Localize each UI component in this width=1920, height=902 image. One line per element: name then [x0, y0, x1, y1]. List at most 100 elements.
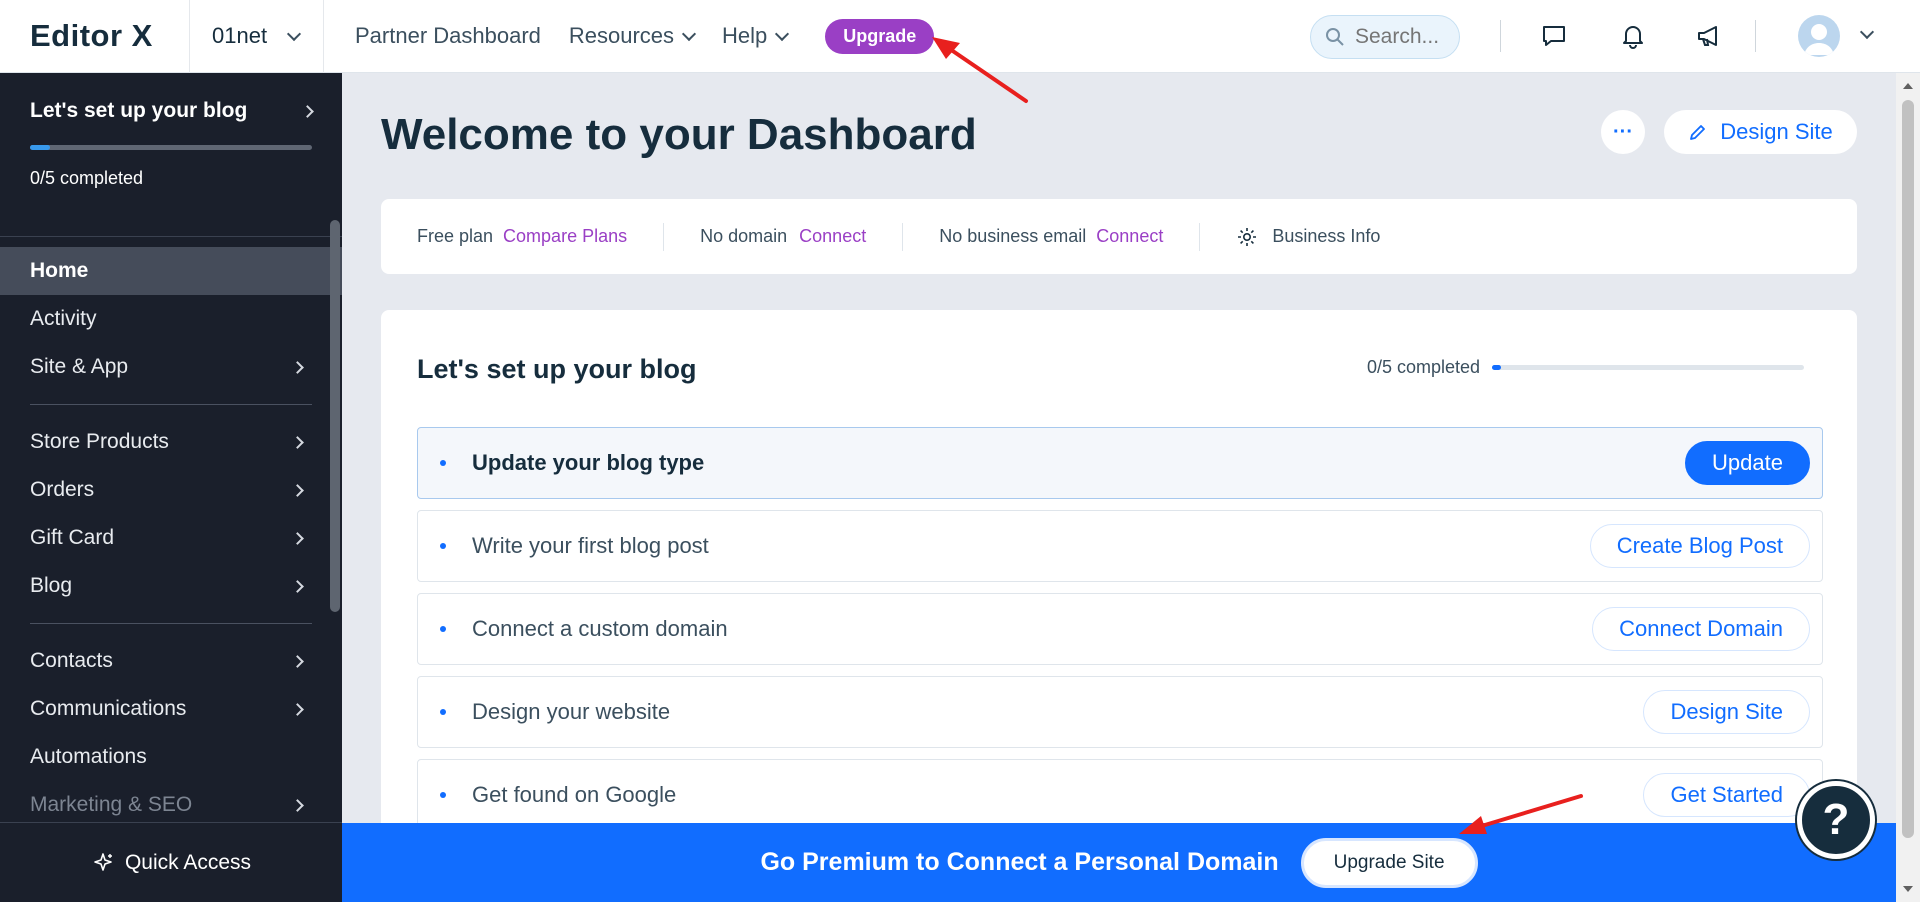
divider	[1500, 20, 1501, 52]
sidebar: Let's set up your blog 0/5 completed Hom…	[0, 73, 342, 902]
top-nav: Partner Dashboard Resources Help Upgrade	[355, 18, 935, 54]
update-button[interactable]: Update	[1685, 441, 1810, 485]
sidebar-item-activity[interactable]: Activity	[0, 295, 342, 343]
design-site-button[interactable]: Design Site	[1664, 110, 1857, 154]
sidebar-item-label: Marketing & SEO	[30, 793, 193, 816]
avatar[interactable]	[1798, 15, 1840, 57]
sidebar-item-label: Blog	[30, 574, 73, 597]
divider	[30, 404, 312, 405]
nav-partner-dashboard[interactable]: Partner Dashboard	[355, 23, 541, 49]
scroll-up-icon[interactable]	[1903, 83, 1913, 89]
sidebar-item-contacts[interactable]: Contacts	[0, 637, 342, 685]
chevron-right-icon	[291, 483, 304, 497]
task-label-group: Connect a custom domain	[440, 616, 728, 642]
sidebar-item-home[interactable]: Home	[0, 247, 342, 295]
sidebar-item-automations[interactable]: Automations	[0, 733, 342, 781]
business-info-label: Business Info	[1272, 226, 1381, 246]
chevron-down-icon	[681, 26, 697, 41]
more-actions-button[interactable]: ···	[1601, 110, 1645, 154]
chevron-right-icon	[291, 654, 304, 668]
banner-text: Go Premium to Connect a Personal Domain	[760, 848, 1279, 876]
pencil-icon	[1690, 125, 1706, 140]
setup-card: Let's set up your blog 0/5 completed Upd…	[381, 310, 1857, 902]
task-label: Connect a custom domain	[472, 616, 728, 641]
business-info-link[interactable]: Business Info	[1236, 226, 1380, 248]
chevron-down-icon	[775, 26, 790, 41]
create-blog-post-button[interactable]: Create Blog Post	[1589, 524, 1810, 568]
setup-progress-fill	[30, 145, 50, 150]
task-connect-domain[interactable]: Connect a custom domain Connect Domain	[417, 593, 1823, 665]
design-site-task-button[interactable]: Design Site	[1643, 690, 1810, 734]
sidebar-item-label: Gift Card	[30, 526, 115, 549]
setup-title: Let's set up your blog	[30, 99, 248, 122]
sidebar-item-gift-card[interactable]: Gift Card	[0, 514, 342, 562]
nav-resources[interactable]: Resources	[568, 23, 697, 49]
task-label-group: Update your blog type	[440, 450, 704, 476]
compare-plans-link[interactable]: Compare Plans	[503, 226, 627, 247]
connect-domain-link[interactable]: Connect	[799, 226, 866, 247]
domain-status: No domain	[700, 226, 788, 246]
scrollbar-thumb[interactable]	[1902, 100, 1914, 838]
sidebar-scrollbar[interactable]	[330, 220, 340, 612]
sidebar-item-store-products[interactable]: Store Products	[0, 418, 342, 466]
connect-email-link[interactable]: Connect	[1096, 226, 1163, 247]
nav-label: Resources	[568, 23, 675, 48]
plan-segment: Free plan Compare Plans	[417, 226, 627, 247]
quick-access-label: Quick Access	[124, 850, 252, 874]
setup-progress-bar	[30, 145, 312, 150]
page-scrollbar[interactable]	[1896, 73, 1920, 902]
bell-icon[interactable]	[1617, 20, 1649, 52]
upgrade-site-button[interactable]: Upgrade Site	[1300, 837, 1478, 888]
nav-label: Partner Dashboard	[355, 23, 541, 48]
quick-access-button[interactable]: Quick Access	[0, 822, 342, 902]
sidebar-item-site-app[interactable]: Site & App	[0, 343, 342, 391]
chevron-down-icon[interactable]	[1859, 24, 1875, 40]
setup-card-count: 0/5 completed	[1367, 357, 1481, 377]
divider	[1755, 20, 1756, 52]
site-selector[interactable]: 01net	[190, 0, 324, 73]
sidebar-item-label: Contacts	[30, 649, 113, 672]
task-update-blog-type[interactable]: Update your blog type Update	[417, 427, 1823, 499]
bullet-icon	[440, 626, 446, 632]
chat-icon[interactable]	[1538, 20, 1570, 52]
top-bar: Editor X 01net Partner Dashboard Resourc…	[0, 0, 1920, 73]
upgrade-button[interactable]: Upgrade	[825, 18, 935, 54]
task-write-first-post[interactable]: Write your first blog post Create Blog P…	[417, 510, 1823, 582]
editor-x-logo[interactable]: Editor X	[0, 0, 190, 73]
setup-count: 0/5 completed	[30, 168, 144, 188]
sidebar-item-label: Home	[30, 259, 89, 282]
task-get-found-google[interactable]: Get found on Google Get Started	[417, 759, 1823, 831]
search-input[interactable]	[1355, 25, 1450, 49]
sidebar-item-label: Site & App	[30, 355, 129, 378]
connect-domain-button[interactable]: Connect Domain	[1592, 607, 1810, 651]
scroll-down-icon[interactable]	[1903, 886, 1913, 892]
task-label-group: Get found on Google	[440, 782, 676, 808]
chevron-down-icon	[286, 26, 302, 41]
task-design-website[interactable]: Design your website Design Site	[417, 676, 1823, 748]
gear-icon	[1238, 227, 1257, 246]
nav-help[interactable]: Help	[722, 23, 790, 49]
site-name: 01net	[212, 23, 268, 48]
setup-title-link[interactable]: Let's set up your blog	[30, 99, 314, 123]
setup-card-progress-fill	[1492, 365, 1502, 370]
email-status: No business email	[939, 226, 1087, 246]
setup-card-progress: 0/5 completed	[1367, 357, 1805, 378]
search-box[interactable]	[1310, 15, 1460, 59]
sidebar-item-orders[interactable]: Orders	[0, 466, 342, 514]
sidebar-item-blog[interactable]: Blog	[0, 562, 342, 610]
divider	[1199, 222, 1201, 251]
bullet-icon	[440, 709, 446, 715]
task-label: Design your website	[472, 699, 671, 724]
help-button[interactable]: ?	[1797, 781, 1875, 859]
task-label-group: Write your first blog post	[440, 533, 709, 559]
chevron-right-icon	[291, 531, 304, 545]
page-title: Welcome to your Dashboard	[381, 110, 977, 159]
sidebar-item-label: Activity	[30, 307, 97, 330]
sidebar-item-communications[interactable]: Communications	[0, 685, 342, 733]
task-label: Write your first blog post	[472, 533, 709, 558]
get-started-button[interactable]: Get Started	[1643, 773, 1810, 817]
sidebar-setup: Let's set up your blog 0/5 completed	[0, 73, 342, 237]
task-label: Get found on Google	[472, 782, 677, 807]
megaphone-icon[interactable]	[1693, 20, 1725, 52]
plan-info-bar: Free plan Compare Plans No domain Connec…	[381, 199, 1857, 274]
